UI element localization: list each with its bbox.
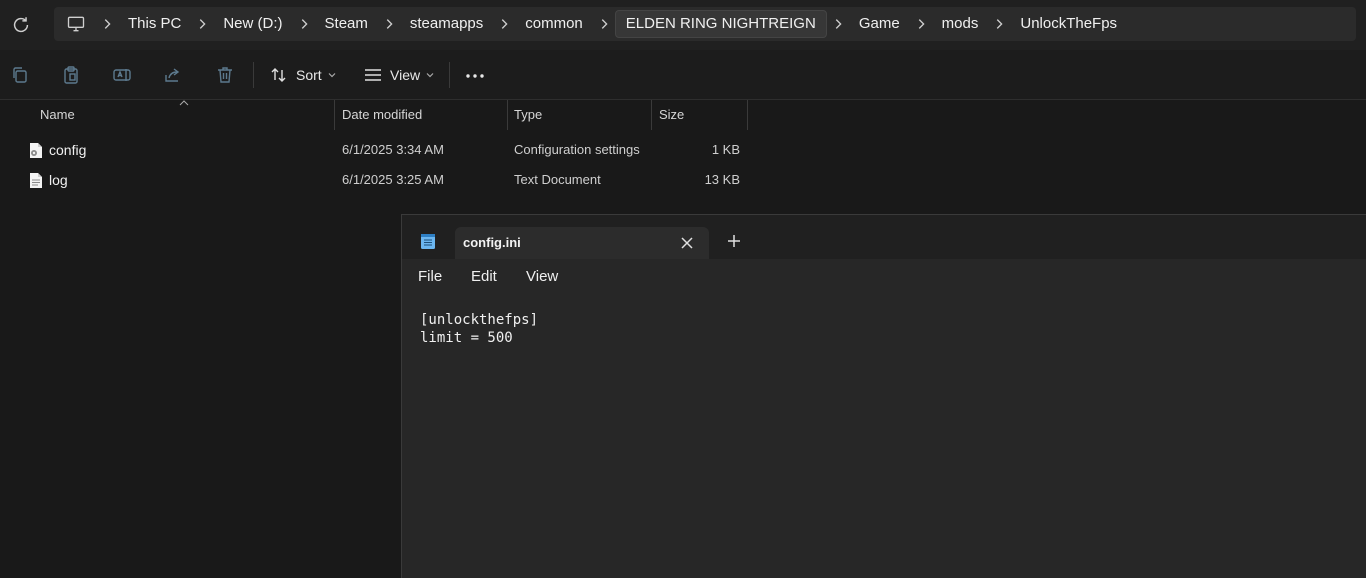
- file-date: 6/1/2025 3:34 AM: [342, 142, 444, 157]
- copy-icon[interactable]: [10, 65, 30, 85]
- computer-icon[interactable]: [66, 14, 86, 34]
- menu-view[interactable]: View: [526, 268, 558, 285]
- file-size: 13 KB: [704, 172, 740, 187]
- close-icon[interactable]: [679, 235, 695, 251]
- text-line: limit = 500: [420, 330, 513, 346]
- view-button[interactable]: View: [364, 62, 442, 88]
- notepad-text-area[interactable]: [unlockthefps] limit = 500: [420, 311, 538, 347]
- notepad-window: config.ini File Edit View [unlockthefps]…: [401, 214, 1366, 578]
- chevron-right-icon[interactable]: [831, 17, 845, 31]
- toolbar-divider: [253, 62, 254, 88]
- file-name: config: [49, 142, 87, 158]
- column-separator[interactable]: [507, 100, 508, 130]
- rename-icon[interactable]: [112, 65, 132, 85]
- breadcrumb-this-pc[interactable]: This PC: [118, 10, 191, 38]
- new-tab-icon[interactable]: [726, 233, 742, 249]
- file-type: Configuration settings: [514, 142, 640, 157]
- delete-icon[interactable]: [215, 65, 235, 85]
- chevron-down-icon: [328, 73, 336, 78]
- chevron-right-icon[interactable]: [195, 17, 209, 31]
- command-bar: Sort View: [0, 50, 1366, 100]
- file-type: Text Document: [514, 172, 601, 187]
- breadcrumb-steam[interactable]: Steam: [315, 10, 378, 38]
- address-bar-area: This PC New (D:) Steam steamapps common …: [0, 0, 1366, 50]
- file-date: 6/1/2025 3:25 AM: [342, 172, 444, 187]
- tab-title: config.ini: [463, 235, 521, 250]
- chevron-right-icon[interactable]: [914, 17, 928, 31]
- tab-config-ini[interactable]: config.ini: [455, 227, 709, 259]
- toolbar-divider: [449, 62, 450, 88]
- sort-up-icon: [179, 100, 189, 106]
- sort-label: Sort: [296, 67, 322, 83]
- chevron-right-icon[interactable]: [597, 17, 611, 31]
- menu-edit[interactable]: Edit: [471, 268, 497, 285]
- sort-button[interactable]: Sort: [270, 62, 344, 88]
- more-options-icon[interactable]: [465, 66, 485, 86]
- breadcrumb[interactable]: This PC New (D:) Steam steamapps common …: [54, 7, 1356, 41]
- column-separator[interactable]: [651, 100, 652, 130]
- share-icon[interactable]: [163, 65, 183, 85]
- chevron-right-icon[interactable]: [297, 17, 311, 31]
- column-header-name[interactable]: Name: [40, 100, 75, 130]
- notepad-menu-bar: File Edit View: [402, 259, 1366, 295]
- paste-icon[interactable]: [61, 65, 81, 85]
- file-name: log: [49, 172, 68, 188]
- view-label: View: [390, 67, 421, 83]
- file-row-log[interactable]: log 6/1/2025 3:25 AM Text Document 13 KB: [0, 165, 760, 195]
- file-row-config[interactable]: config 6/1/2025 3:34 AM Configuration se…: [0, 135, 760, 165]
- view-list-icon: [365, 69, 381, 81]
- chevron-down-icon: [426, 73, 434, 78]
- breadcrumb-elden-ring-nightreign[interactable]: ELDEN RING NIGHTREIGN: [614, 10, 827, 38]
- column-header-type[interactable]: Type: [514, 100, 542, 130]
- text-line: [unlockthefps]: [420, 312, 539, 328]
- breadcrumb-unlockthefps[interactable]: UnlockTheFps: [1010, 10, 1127, 38]
- ini-file-icon: [30, 143, 42, 158]
- column-separator[interactable]: [334, 100, 335, 130]
- column-header-date[interactable]: Date modified: [342, 100, 422, 130]
- chevron-right-icon[interactable]: [100, 17, 114, 31]
- refresh-icon[interactable]: [10, 14, 32, 36]
- notepad-titlebar[interactable]: config.ini: [402, 215, 1366, 259]
- column-header-size[interactable]: Size: [659, 100, 684, 130]
- chevron-right-icon[interactable]: [992, 17, 1006, 31]
- chevron-right-icon[interactable]: [382, 17, 396, 31]
- file-size: 1 KB: [711, 142, 740, 157]
- breadcrumb-common[interactable]: common: [515, 10, 593, 38]
- breadcrumb-game[interactable]: Game: [849, 10, 910, 38]
- notepad-app-icon: [421, 234, 435, 249]
- chevron-right-icon[interactable]: [497, 17, 511, 31]
- breadcrumb-mods[interactable]: mods: [932, 10, 989, 38]
- breadcrumb-steamapps[interactable]: steamapps: [400, 10, 493, 38]
- text-file-icon: [30, 173, 42, 188]
- sort-icon: [271, 68, 286, 82]
- menu-file[interactable]: File: [418, 268, 442, 285]
- breadcrumb-new-d[interactable]: New (D:): [213, 10, 292, 38]
- column-separator[interactable]: [747, 100, 748, 130]
